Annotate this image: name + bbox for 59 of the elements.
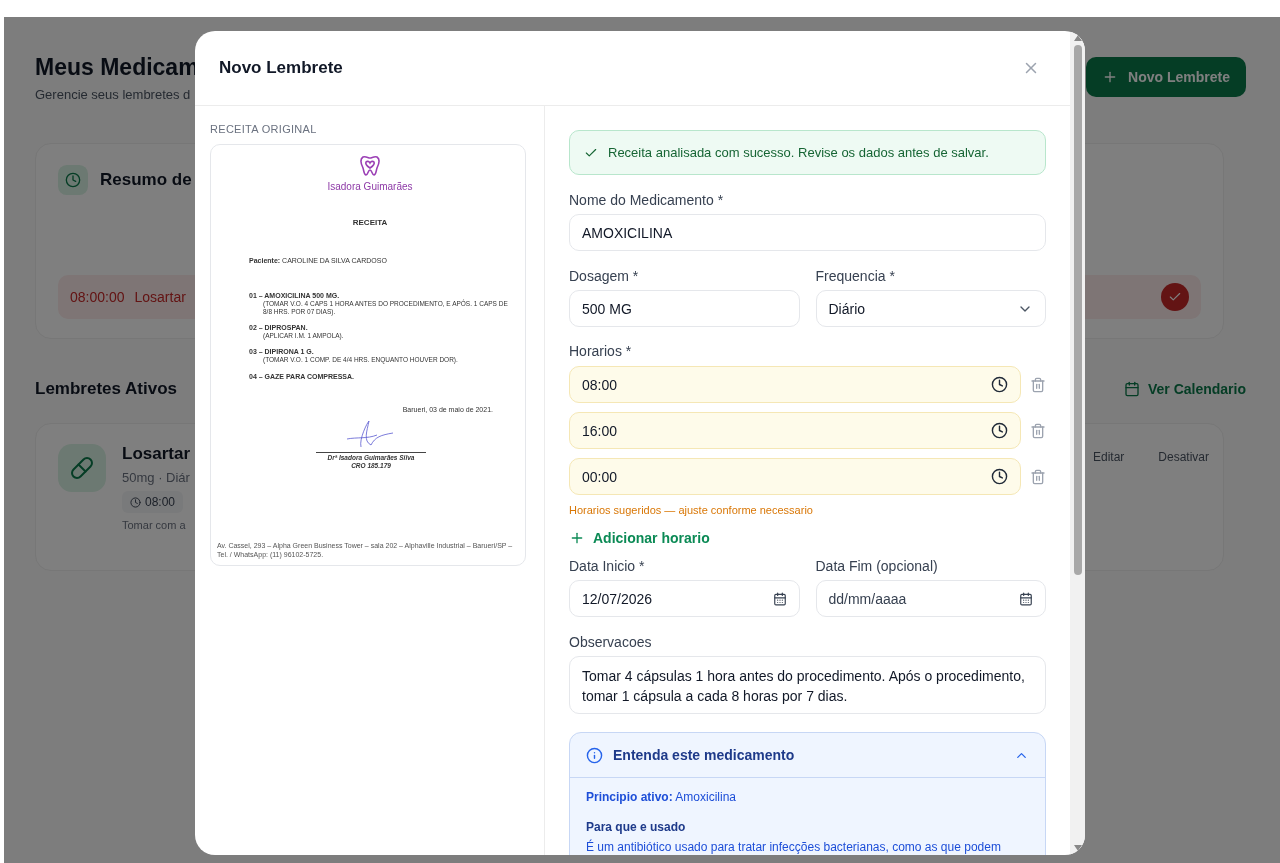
reminder-time: 08:00:00 — [70, 289, 125, 305]
info-section-text: É um antibiótico usado para tratar infecções bacterianas, como as que podem — [586, 840, 1002, 854]
field-label: Dosagem * — [569, 268, 640, 284]
reminder-name: Losartar — [134, 289, 186, 305]
clock-icon — [991, 468, 1008, 485]
tooth-heart-logo-icon — [358, 154, 382, 178]
success-message: Receita analisada com sucesso. Revise os dados antes de salvar. — [608, 145, 989, 160]
active-ingredient: Principio ativo: Amoxicilina — [586, 790, 738, 804]
page-subtitle: Gerencie seus lembretes d — [35, 87, 192, 102]
plus-icon — [569, 530, 585, 546]
pill-icon — [58, 444, 106, 492]
field-label: Data Fim (opcional) — [815, 558, 939, 574]
info-panel-header[interactable]: Entenda este medicamento — [570, 733, 1045, 778]
time-chip: 08:00 — [122, 491, 184, 513]
modal-title: Novo Lembrete — [219, 58, 343, 78]
reminder-action-link[interactable]: Editar — [1092, 450, 1125, 464]
field-label: Observacoes — [569, 634, 653, 650]
frequency-select[interactable]: Diário — [815, 290, 1046, 327]
prescription-label: RECEITA ORIGINAL — [210, 123, 318, 135]
trash-icon[interactable] — [1030, 468, 1046, 485]
calendar-icon[interactable] — [1019, 591, 1033, 606]
field-label: Data Inicio * — [569, 558, 646, 574]
time-field[interactable]: 08:00 — [569, 366, 1021, 403]
medication-detail: 50mg · Diár — [122, 470, 191, 485]
clock-icon — [991, 422, 1008, 439]
clinic-name: Isadora Guimarães — [327, 181, 413, 192]
trash-icon[interactable] — [1030, 376, 1046, 393]
info-icon — [586, 746, 603, 764]
medication-note: Tomar com a — [122, 519, 187, 531]
reminder-action-link[interactable]: Desativar — [1158, 450, 1209, 464]
trash-icon[interactable] — [1030, 422, 1046, 439]
medication-name-field[interactable]: AMOXICILINA — [569, 214, 1046, 251]
document-heading: RECEITA — [351, 218, 389, 227]
clock-icon — [991, 376, 1008, 393]
scrollbar[interactable] — [1070, 31, 1085, 855]
time-field[interactable]: 16:00 — [569, 412, 1021, 449]
scroll-down-arrow-icon[interactable] — [1073, 845, 1082, 851]
scrollbar-thumb[interactable] — [1073, 45, 1082, 575]
clock-icon — [58, 165, 88, 195]
field-label: Nome do Medicamento * — [569, 192, 725, 208]
section-title: Lembretes Ativos — [35, 379, 178, 399]
notes-field[interactable]: Tomar 4 cápsulas 1 hora antes do procedimento. Após o procedimento, tomar 1 cápsula a cada 8 horas por 7 dias. — [569, 656, 1046, 714]
end-date-field[interactable]: dd/mm/aaaa — [815, 580, 1046, 617]
schedule-hint: Horarios sugeridos — ajuste conforme necessario — [569, 504, 814, 516]
info-section-title: Para que e usado — [586, 820, 687, 834]
page-title: Meus Medicam — [35, 54, 199, 81]
add-time-button[interactable]: Adicionar horario — [569, 530, 710, 546]
dosage-field[interactable]: 500 MG — [569, 290, 800, 327]
summary-title: Resumo de — [100, 170, 192, 190]
scroll-up-arrow-icon[interactable] — [1073, 35, 1082, 41]
field-label: Frequencia * — [815, 268, 896, 284]
time-field[interactable]: 00:00 — [569, 458, 1021, 495]
check-icon[interactable] — [1161, 283, 1189, 311]
medication-name: Losartar — [122, 444, 191, 464]
start-date-field[interactable]: 12/07/2026 — [569, 580, 800, 617]
calendar-icon — [1123, 381, 1140, 397]
clock-icon — [130, 496, 141, 508]
calendar-icon[interactable] — [772, 591, 787, 606]
field-label: Horarios * — [569, 343, 633, 359]
